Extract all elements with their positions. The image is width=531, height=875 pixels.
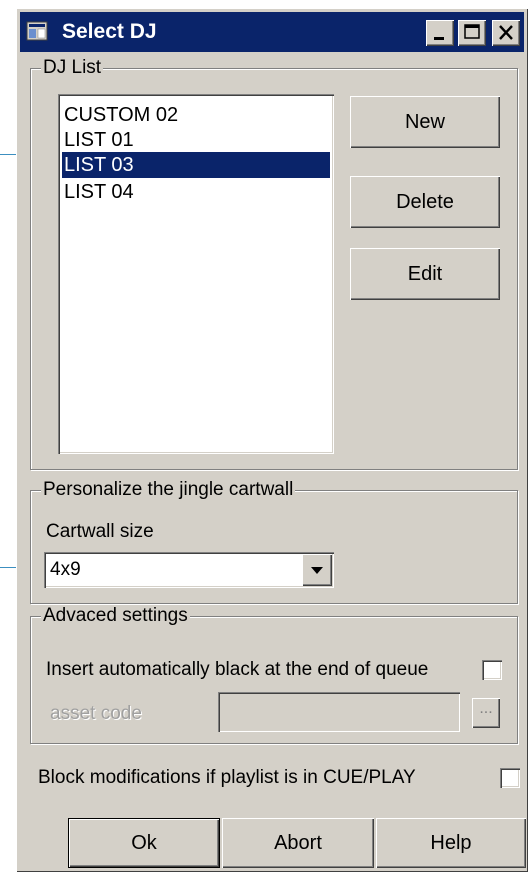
edit-button[interactable]: Edit (350, 248, 500, 300)
asset-code-label: asset code (50, 703, 142, 724)
ok-button[interactable]: Ok (68, 818, 220, 868)
help-button[interactable]: Help (376, 818, 526, 868)
maximize-button[interactable] (458, 20, 486, 46)
list-item[interactable]: CUSTOM 02 (62, 102, 330, 128)
close-icon (499, 25, 513, 40)
combo-dropdown-button[interactable] (302, 554, 332, 586)
list-item-selected[interactable]: LIST 03 (62, 152, 330, 178)
cartwall-size-label: Cartwall size (46, 521, 154, 542)
minimize-button[interactable] (426, 20, 454, 46)
window-title: Select DJ (62, 20, 157, 43)
cartwall-legend: Personalize the jingle cartwall (41, 479, 296, 501)
select-dj-window: Select DJ DJ List CUSTOM 02 LIST 01 LIST… (16, 8, 528, 872)
close-button[interactable] (492, 20, 520, 46)
asset-code-field[interactable] (218, 692, 460, 732)
asset-browse-button[interactable]: ... (472, 698, 500, 728)
advanced-settings-legend: Advaced settings (41, 605, 190, 627)
cartwall-size-select[interactable]: 4x9 (44, 552, 334, 588)
block-modifications-checkbox[interactable] (500, 768, 520, 788)
app-icon (26, 21, 48, 41)
insert-black-label: Insert automatically black at the end of… (46, 659, 429, 680)
insert-black-checkbox[interactable] (482, 660, 502, 680)
cartwall-size-value: 4x9 (50, 559, 81, 580)
minimize-icon (434, 37, 444, 40)
maximize-icon (464, 24, 480, 39)
title-bar[interactable]: Select DJ (20, 12, 524, 52)
dj-list-legend: DJ List (41, 57, 104, 79)
abort-button[interactable]: Abort (222, 818, 374, 868)
pointer-line-list (0, 154, 16, 155)
chevron-down-icon (311, 567, 323, 574)
list-item[interactable]: LIST 01 (62, 127, 330, 153)
list-item[interactable]: LIST 04 (62, 179, 330, 205)
pointer-line-cartwall (0, 567, 16, 568)
new-button[interactable]: New (350, 96, 500, 148)
delete-button[interactable]: Delete (350, 176, 500, 228)
block-modifications-label: Block modifications if playlist is in CU… (38, 767, 416, 788)
dj-listbox[interactable]: CUSTOM 02 LIST 01 LIST 03 LIST 04 (58, 94, 334, 454)
